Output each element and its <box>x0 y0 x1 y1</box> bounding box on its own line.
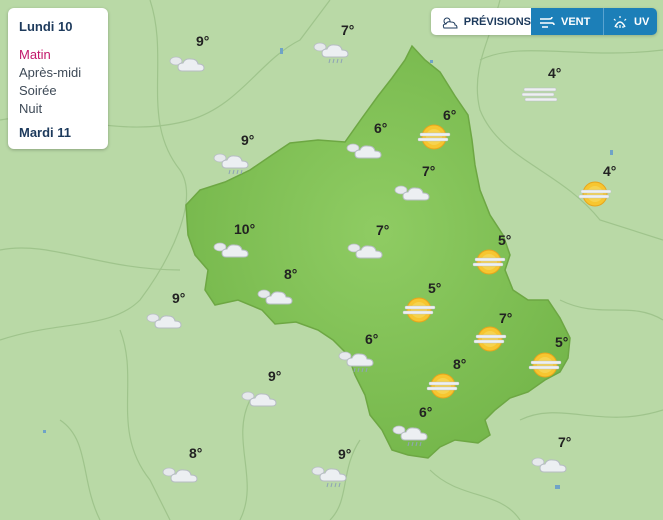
temp-label: 9° <box>241 132 255 148</box>
temp-label: 5° <box>428 280 442 296</box>
sun-fog-icon[interactable] <box>402 296 438 329</box>
uv-sun-icon <box>613 15 627 28</box>
day-label-tuesday[interactable]: Mardi 11 <box>19 125 71 140</box>
cloud-rain-icon[interactable] <box>391 421 431 454</box>
temp-label: 9° <box>338 446 352 462</box>
temp-label: 6° <box>419 404 433 420</box>
sun-fog-icon[interactable] <box>473 325 509 358</box>
cloud-icon[interactable] <box>256 285 296 312</box>
temp-label: 5° <box>498 232 512 248</box>
wind-icon <box>540 16 555 28</box>
fog-icon[interactable] <box>521 86 558 109</box>
temp-label: 7° <box>376 222 390 238</box>
map-mode-tabs: PRÉVISIONS VENT UV <box>431 8 657 35</box>
slot-evening[interactable]: Soirée <box>19 83 57 98</box>
weather-map[interactable]: Lundi 10 Matin Après-midi Soirée Nuit Ma… <box>0 0 663 520</box>
slot-morning[interactable]: Matin <box>19 47 51 62</box>
temp-label: 10° <box>234 221 256 237</box>
cloud-icon[interactable] <box>345 139 385 166</box>
cloud-icon[interactable] <box>145 309 185 336</box>
cloud-rain-icon[interactable] <box>312 38 352 71</box>
tab-vent[interactable]: VENT <box>531 8 603 35</box>
cloud-icon[interactable] <box>168 52 208 79</box>
temp-label: 8° <box>453 356 467 372</box>
cloud-icon[interactable] <box>212 238 252 265</box>
temp-label: 5° <box>555 334 569 350</box>
temp-label: 9° <box>196 33 210 49</box>
sun-fog-icon[interactable] <box>426 372 462 405</box>
temp-label: 7° <box>558 434 572 450</box>
cloud-rain-icon[interactable] <box>212 149 252 182</box>
tab-previsions-label: PRÉVISIONS <box>463 15 531 28</box>
temp-label: 6° <box>374 120 388 136</box>
sun-fog-icon[interactable] <box>528 351 564 384</box>
cloud-icon[interactable] <box>161 463 201 490</box>
sun-fog-icon[interactable] <box>578 180 614 213</box>
cloud-icon[interactable] <box>530 453 570 480</box>
temp-label: 6° <box>443 107 457 123</box>
temp-label: 7° <box>341 22 355 38</box>
temp-label: 6° <box>365 331 379 347</box>
temp-label: 9° <box>172 290 186 306</box>
time-selector-panel: Lundi 10 Matin Après-midi Soirée Nuit Ma… <box>8 8 108 149</box>
cloud-icon[interactable] <box>346 239 386 266</box>
slot-night[interactable]: Nuit <box>19 101 42 116</box>
temp-label: 8° <box>189 445 203 461</box>
sun-cloud-icon <box>442 17 458 28</box>
cloud-icon[interactable] <box>393 181 433 208</box>
cloud-icon[interactable] <box>240 387 280 414</box>
tab-vent-label: VENT <box>561 15 591 28</box>
tab-previsions[interactable]: PRÉVISIONS <box>431 8 531 35</box>
temp-label: 8° <box>284 266 298 282</box>
sun-fog-icon[interactable] <box>472 248 508 281</box>
temp-label: 7° <box>499 310 513 326</box>
temp-label: 9° <box>268 368 282 384</box>
cloud-rain-icon[interactable] <box>337 347 377 380</box>
day-label-monday[interactable]: Lundi 10 <box>19 19 72 34</box>
temp-label: 4° <box>548 65 562 81</box>
cloud-rain-icon[interactable] <box>310 462 350 495</box>
tab-uv[interactable]: UV <box>603 8 657 35</box>
tab-uv-label: UV <box>634 15 650 28</box>
sun-fog-icon[interactable] <box>417 123 453 156</box>
temp-label: 4° <box>603 163 617 179</box>
slot-afternoon[interactable]: Après-midi <box>19 65 81 80</box>
temp-label: 7° <box>422 163 436 179</box>
